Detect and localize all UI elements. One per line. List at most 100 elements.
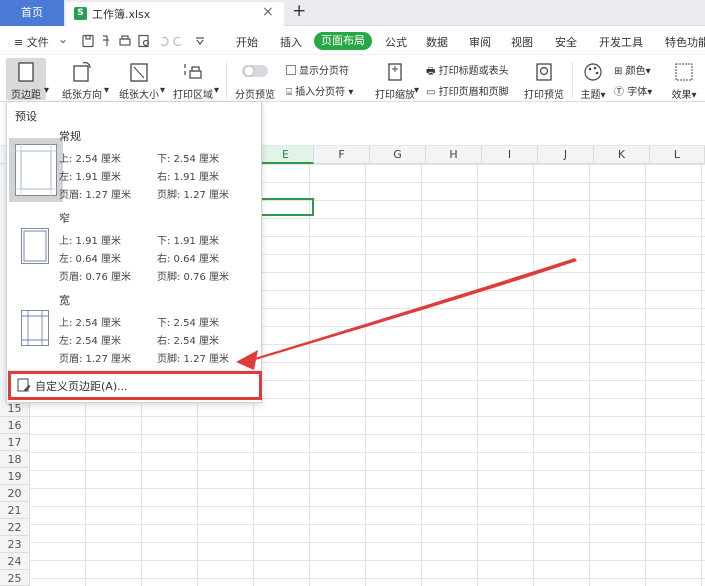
ribbon-divider bbox=[572, 62, 573, 98]
menu-item-security[interactable]: 安全 bbox=[555, 34, 577, 50]
column-header-i[interactable]: I bbox=[482, 146, 538, 164]
page-break-icon: ⌸ bbox=[286, 87, 292, 98]
spreadsheet-icon: S bbox=[74, 7, 87, 20]
row-header[interactable]: 17 bbox=[0, 434, 30, 451]
print-area-dropdown-arrow[interactable]: ▾ bbox=[214, 85, 219, 96]
column-header-h[interactable]: H bbox=[426, 146, 482, 164]
preset-normal[interactable]: 常规 上: 2.54 厘米 下: 2.54 厘米 左: 1.91 厘米 右: 1… bbox=[7, 128, 261, 214]
tab-document[interactable]: S 工作簿.xlsx × bbox=[66, 2, 284, 26]
print-area-label: 打印区域 bbox=[173, 90, 213, 101]
show-page-breaks-checkbox[interactable]: 显示分页符 bbox=[286, 62, 349, 77]
size-button[interactable]: 纸张大小 bbox=[114, 58, 164, 101]
preset-narrow[interactable]: 窄 上: 1.91 厘米 下: 1.91 厘米 左: 0.64 厘米 右: 0.… bbox=[7, 210, 261, 296]
tab-home[interactable]: 首页 bbox=[0, 0, 64, 26]
row-header[interactable]: 18 bbox=[0, 451, 30, 468]
document-name: 工作簿.xlsx bbox=[92, 8, 151, 21]
paper-size-icon bbox=[130, 63, 148, 82]
print-titles-button[interactable]: 🖶 打印标题或表头 bbox=[426, 62, 509, 81]
fonts-icon: Ⓣ bbox=[614, 87, 624, 98]
close-tab-icon[interactable]: × bbox=[262, 4, 274, 20]
normal-margins-icon bbox=[15, 144, 57, 196]
preset-bottom: 下: 2.54 厘米 bbox=[157, 154, 219, 165]
preset-right: 右: 0.64 厘米 bbox=[157, 254, 219, 265]
save-icon bbox=[82, 34, 94, 48]
active-cell[interactable] bbox=[258, 198, 314, 216]
effects-button[interactable]: 效果▾ bbox=[666, 58, 702, 101]
preset-name: 宽 bbox=[59, 294, 70, 307]
preset-header: 页眉: 1.27 厘米 bbox=[59, 354, 131, 365]
column-header-l[interactable]: L bbox=[650, 146, 705, 164]
print-preview-label: 打印预览 bbox=[524, 90, 564, 101]
orientation-dropdown-arrow[interactable]: ▾ bbox=[104, 85, 109, 96]
menu-item-special[interactable]: 特色功能 bbox=[665, 34, 705, 50]
menu-item-review[interactable]: 审阅 bbox=[469, 34, 491, 50]
wps-spreadsheet-window: 首页 S 工作簿.xlsx × + ≡ 文件 ⌄ 开始 插入 页面布局 公式 数… bbox=[0, 0, 705, 586]
preset-top: 上: 1.91 厘米 bbox=[59, 236, 121, 247]
preset-bottom: 下: 2.54 厘米 bbox=[157, 318, 219, 329]
fonts-button[interactable]: Ⓣ 字体▾ bbox=[614, 83, 652, 98]
print-titles-icon: 🖶 bbox=[426, 66, 436, 77]
preset-right: 右: 2.54 厘米 bbox=[157, 336, 219, 347]
column-header-j[interactable]: J bbox=[538, 146, 594, 164]
tab-bar: 首页 S 工作簿.xlsx × + bbox=[0, 0, 705, 26]
menu-item-insert[interactable]: 插入 bbox=[280, 34, 302, 50]
print-preview-button[interactable]: 打印预览 bbox=[520, 58, 568, 101]
size-dropdown-arrow[interactable]: ▾ bbox=[160, 85, 165, 96]
row-header[interactable]: 16 bbox=[0, 417, 30, 434]
colors-button[interactable]: ⊞ 颜色▾ bbox=[614, 62, 651, 77]
palette-icon bbox=[584, 63, 602, 81]
undo-icon bbox=[160, 36, 169, 47]
row-header[interactable]: 23 bbox=[0, 536, 30, 553]
column-header-k[interactable]: K bbox=[594, 146, 650, 164]
theme-button[interactable]: 主题▾ bbox=[576, 58, 610, 101]
row-header[interactable]: 20 bbox=[0, 485, 30, 502]
narrow-margins-icon bbox=[21, 228, 49, 264]
print-scale-dropdown-arrow[interactable]: ▾ bbox=[414, 85, 419, 96]
preset-footer: 页脚: 1.27 厘米 bbox=[157, 190, 229, 201]
header-footer-icon: ▭ bbox=[426, 87, 436, 98]
menu-item-data[interactable]: 数据 bbox=[426, 34, 448, 50]
preset-top: 上: 2.54 厘米 bbox=[59, 318, 121, 329]
menu-item-home[interactable]: 开始 bbox=[236, 34, 258, 50]
menu-item-developer[interactable]: 开发工具 bbox=[599, 34, 643, 50]
column-header-e[interactable]: E bbox=[258, 146, 314, 164]
margins-dropdown-arrow[interactable]: ▾ bbox=[44, 85, 49, 96]
row-header[interactable]: 25 bbox=[0, 570, 30, 586]
effects-icon bbox=[675, 63, 693, 81]
preset-header: 页眉: 1.27 厘米 bbox=[59, 190, 131, 201]
size-label: 纸张大小 bbox=[119, 90, 159, 101]
page-break-preview-button[interactable]: 分页预览 bbox=[232, 58, 278, 101]
print-scale-button[interactable]: 打印缩放 bbox=[370, 58, 420, 101]
column-header-f[interactable]: F bbox=[314, 146, 370, 164]
chevron-down-icon[interactable]: ⌄ bbox=[58, 32, 68, 46]
print-scale-label: 打印缩放 bbox=[375, 90, 415, 101]
print-area-icon bbox=[184, 64, 202, 79]
menu-item-formulas[interactable]: 公式 bbox=[385, 34, 407, 50]
menu-item-view[interactable]: 视图 bbox=[511, 34, 533, 50]
format-painter-icon bbox=[103, 35, 109, 46]
preset-wide[interactable]: 宽 上: 2.54 厘米 下: 2.54 厘米 左: 2.54 厘米 右: 2.… bbox=[7, 292, 261, 378]
menu-item-page-layout[interactable]: 页面布局 bbox=[314, 32, 372, 50]
orientation-icon bbox=[73, 61, 91, 82]
preset-footer: 页脚: 1.27 厘米 bbox=[157, 354, 229, 365]
print-header-footer-button[interactable]: ▭ 打印页眉和页脚 bbox=[426, 83, 509, 98]
orientation-label: 纸张方向 bbox=[62, 90, 102, 101]
print-preview-icon bbox=[536, 63, 552, 81]
preset-left: 左: 0.64 厘米 bbox=[59, 254, 121, 265]
print-titles-label: 打印标题或表头 bbox=[438, 66, 509, 77]
row-header[interactable]: 22 bbox=[0, 519, 30, 536]
new-tab-icon[interactable]: + bbox=[292, 1, 306, 21]
customize-icon bbox=[196, 37, 204, 45]
theme-label: 主题▾ bbox=[580, 90, 606, 101]
column-header-g[interactable]: G bbox=[370, 146, 426, 164]
margins-button[interactable]: 页边距 bbox=[6, 58, 46, 101]
menu-file[interactable]: ≡ 文件 bbox=[14, 34, 49, 50]
insert-page-break-button[interactable]: ⌸ 插入分页符 ▾ bbox=[286, 83, 353, 98]
orientation-button[interactable]: 纸张方向 bbox=[56, 58, 108, 101]
effects-label: 效果▾ bbox=[671, 90, 697, 101]
row-header[interactable]: 19 bbox=[0, 468, 30, 485]
print-scale-icon bbox=[388, 63, 402, 81]
row-header[interactable]: 24 bbox=[0, 553, 30, 570]
print-area-button[interactable]: 打印区域 bbox=[168, 58, 218, 101]
row-header[interactable]: 21 bbox=[0, 502, 30, 519]
